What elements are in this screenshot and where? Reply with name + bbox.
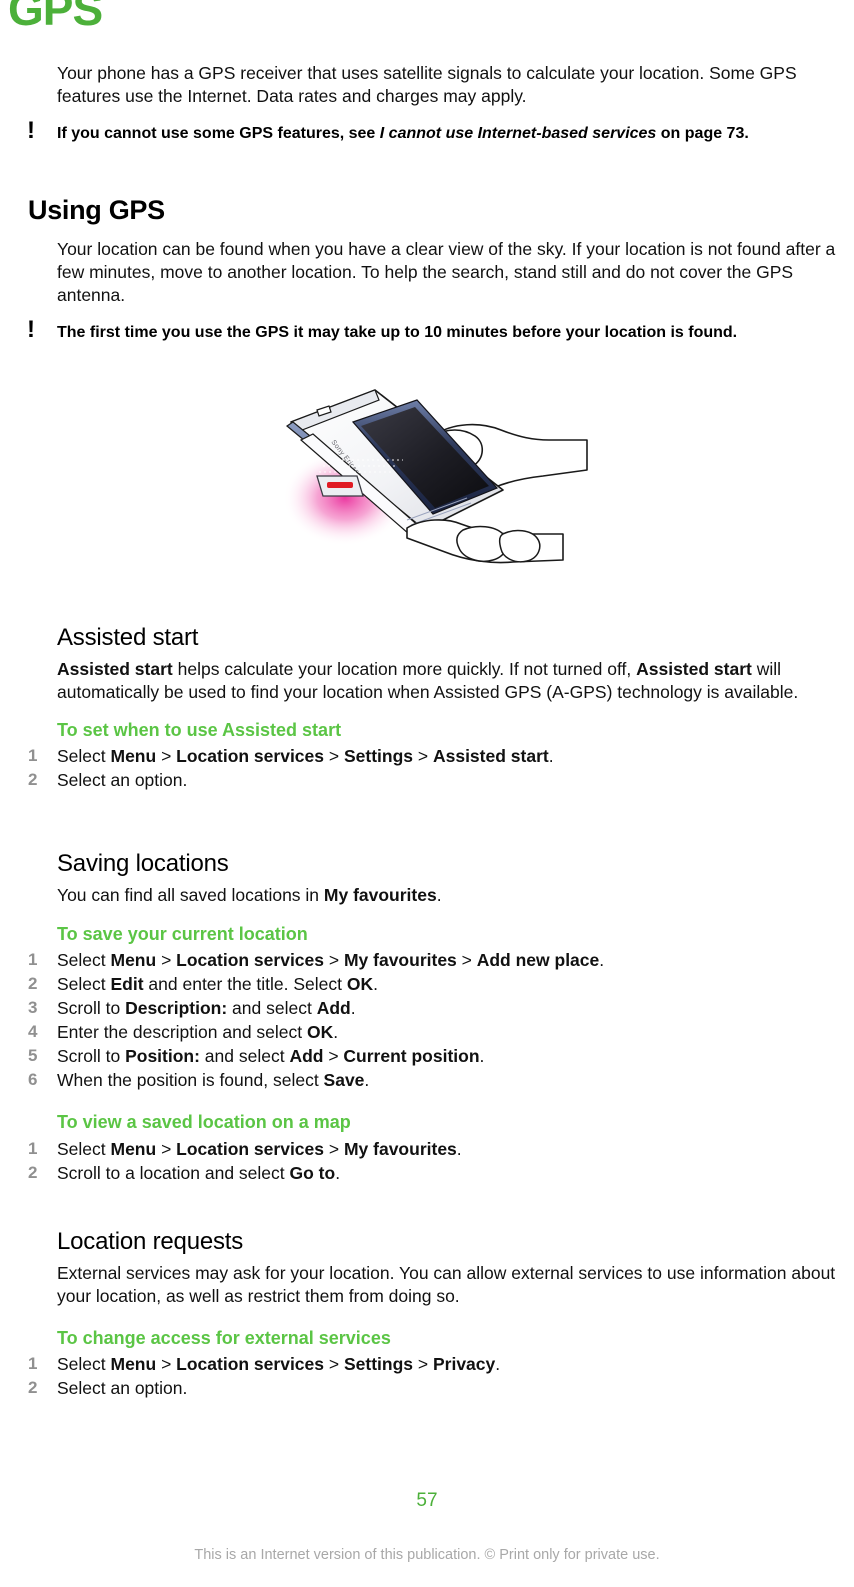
antenna-indicator xyxy=(327,482,353,488)
section-assisted-start: Assisted start Assisted start helps calc… xyxy=(0,624,854,792)
note-first-time-gps: ! The first time you use the GPS it may … xyxy=(0,318,854,348)
step-item: Select an option. xyxy=(28,1376,188,1400)
steps-save-current-location: Select Menu > Location services > My fav… xyxy=(0,948,854,1092)
finger-ring xyxy=(498,529,541,563)
location-requests-paragraph: External services may ask for your locat… xyxy=(57,1262,836,1306)
phone-in-hand-svg: Sony Ericsson xyxy=(283,389,588,564)
exclamation-icon: ! xyxy=(27,117,35,144)
intro-paragraph: Your phone has a GPS receiver that uses … xyxy=(57,63,797,106)
steps-view-saved-location: Select Menu > Location services > My fav… xyxy=(0,1137,854,1185)
step-item: Select Menu > Location services > My fav… xyxy=(28,948,605,972)
step-item: Select Menu > Location services > Settin… xyxy=(28,1352,501,1376)
note-prefix: If you cannot use some GPS features, see xyxy=(57,125,380,142)
steps-set-assisted-start: Select Menu > Location services > Settin… xyxy=(0,744,854,792)
step-item: Select Menu > Location services > My fav… xyxy=(28,1137,462,1161)
section-location-requests: Location requests External services may … xyxy=(0,1228,854,1400)
heading-assisted-start: Assisted start xyxy=(57,624,199,651)
step-item: Scroll to a location and select Go to. xyxy=(28,1161,341,1185)
heading-location-requests: Location requests xyxy=(57,1228,244,1255)
steps-change-access: Select Menu > Location services > Settin… xyxy=(0,1352,854,1400)
procedure-title-view-saved-location: To view a saved location on a map xyxy=(57,1112,351,1133)
step-item: Select Menu > Location services > Settin… xyxy=(28,744,554,768)
note-internet-services: ! If you cannot use some GPS features, s… xyxy=(0,119,854,149)
manual-page: GPS Your phone has a GPS receiver that u… xyxy=(0,0,854,1587)
step-item: Scroll to Position: and select Add > Cur… xyxy=(28,1044,485,1068)
section-saving-locations: Saving locations You can find all saved … xyxy=(0,850,854,1185)
note-text: The first time you use the GPS it may ta… xyxy=(57,324,738,341)
heading-using-gps: Using GPS xyxy=(28,195,165,225)
note-text: If you cannot use some GPS features, see… xyxy=(57,123,837,145)
procedure-title-set-assisted-start: To set when to use Assisted start xyxy=(57,719,342,740)
saving-locations-paragraph: You can find all saved locations in My f… xyxy=(57,884,442,905)
chapter-title: GPS xyxy=(8,0,103,35)
exclamation-icon: ! xyxy=(27,316,35,343)
page-number: 57 xyxy=(416,1490,438,1511)
step-item: Select Edit and enter the title. Select … xyxy=(28,972,379,996)
step-item: Select an option. xyxy=(28,768,188,792)
note-emphasis: I cannot use Internet-based services xyxy=(379,125,657,142)
using-gps-body: Your location can be found when you have… xyxy=(0,238,854,348)
using-gps-paragraph: Your location can be found when you have… xyxy=(57,239,836,305)
assisted-start-paragraph: Assisted start helps calculate your loca… xyxy=(57,658,799,702)
procedure-title-change-access: To change access for external services xyxy=(57,1327,391,1348)
step-item: Enter the description and select OK. xyxy=(28,1020,339,1044)
gps-phone-illustration: Sony Ericsson xyxy=(0,378,854,578)
page-content: Your phone has a GPS receiver that uses … xyxy=(0,62,854,149)
note-suffix: on page 73. xyxy=(656,125,749,142)
heading-saving-locations: Saving locations xyxy=(57,850,229,877)
procedure-title-save-current-location: To save your current location xyxy=(57,923,308,944)
step-item: Scroll to Description: and select Add. xyxy=(28,996,356,1020)
footer-notice: This is an Internet version of this publ… xyxy=(194,1547,660,1563)
step-item: When the position is found, select Save. xyxy=(28,1068,370,1092)
